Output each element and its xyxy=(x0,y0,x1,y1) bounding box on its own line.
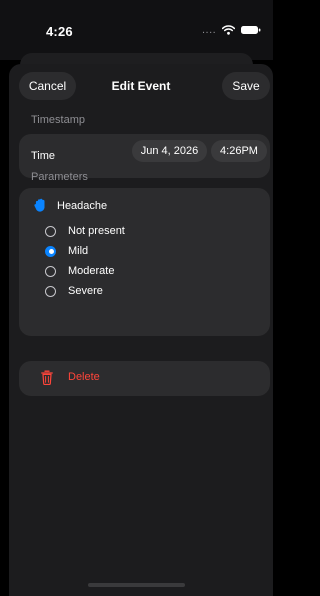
delete-label: Delete xyxy=(68,371,100,383)
option-moderate[interactable]: Moderate xyxy=(45,265,114,277)
status-time: 4:26 xyxy=(46,24,73,39)
date-picker[interactable]: Jun 4, 2026 xyxy=(132,140,207,162)
status-bar: 4:26 .... xyxy=(0,0,273,60)
timestamp-section-header: Timestamp xyxy=(31,114,85,126)
option-not-present[interactable]: Not present xyxy=(45,225,125,237)
wifi-icon xyxy=(222,25,236,35)
hand-icon xyxy=(34,198,45,212)
signal-dots: .... xyxy=(202,24,217,36)
option-severe[interactable]: Severe xyxy=(45,285,103,297)
parameters-card: Headache Not present Mild Moderate Sever… xyxy=(19,188,270,336)
trash-icon xyxy=(41,370,53,385)
parameter-headache: Headache xyxy=(34,198,107,213)
radio-selected-icon xyxy=(45,245,56,257)
time-label: Time xyxy=(31,150,56,162)
option-label: Moderate xyxy=(68,265,115,277)
status-indicators: .... xyxy=(202,24,261,36)
parameters-section-header: Parameters xyxy=(31,171,88,183)
time-picker[interactable]: 4:26PM xyxy=(211,140,267,162)
radio-icon xyxy=(45,225,56,237)
home-indicator xyxy=(88,583,185,587)
edit-event-sheet: Cancel Edit Event Save Timestamp Time Ju… xyxy=(9,64,273,596)
parameter-name: Headache xyxy=(57,199,108,212)
option-mild[interactable]: Mild xyxy=(45,245,88,257)
option-label: Severe xyxy=(68,285,103,297)
save-button[interactable]: Save xyxy=(222,72,270,100)
option-label: Not present xyxy=(68,225,125,237)
radio-icon xyxy=(45,285,56,297)
delete-button[interactable]: Delete xyxy=(19,361,270,396)
option-label: Mild xyxy=(68,245,89,257)
battery-icon xyxy=(241,26,261,34)
radio-icon xyxy=(45,265,56,277)
